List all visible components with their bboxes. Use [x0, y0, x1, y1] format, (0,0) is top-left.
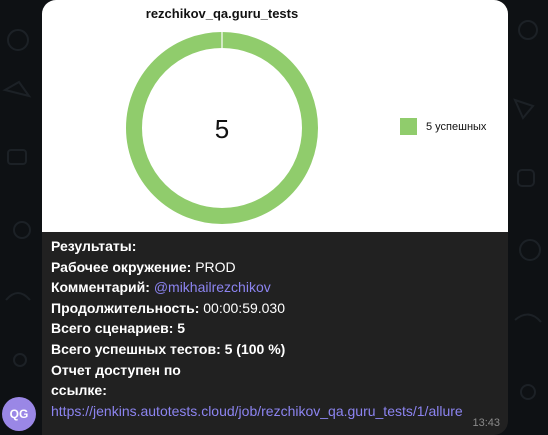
message-text: Результаты: Рабочее окружение: PROD Комм…	[51, 236, 499, 421]
line-environment: Рабочее окружение: PROD	[51, 258, 236, 275]
line-report-available: Отчет доступен по	[51, 361, 181, 378]
avatar[interactable]: QG	[2, 397, 36, 431]
legend-swatch	[400, 118, 417, 135]
line-duration: Продолжительность: 00:00:59.030	[51, 299, 286, 316]
chart-svg: 5	[126, 31, 318, 224]
mention-link[interactable]: @mikhailrezchikov	[150, 279, 271, 295]
line-report-link: ссылке: https://jenkins.autotests.cloud/…	[51, 382, 463, 419]
message-bubble: rezchikov_qa.guru_tests 5 5 успешных Рез…	[42, 0, 508, 435]
line-results: Результаты:	[51, 238, 137, 254]
legend-label: 5 успешных	[426, 120, 487, 133]
line-total-passed: Всего успешных тестов: 5 (100 %)	[51, 340, 286, 357]
message-time: 13:43	[472, 417, 500, 429]
line-total-scenarios: Всего сценариев: 5	[51, 320, 186, 337]
chart-legend: 5 успешных	[400, 118, 486, 135]
chart-image[interactable]: rezchikov_qa.guru_tests 5 5 успешных	[42, 0, 508, 232]
report-link[interactable]: https://jenkins.autotests.cloud/job/rezc…	[51, 403, 463, 419]
line-comment: Комментарий: @mikhailrezchikov	[51, 279, 271, 296]
chart-center-label: 5	[215, 114, 229, 144]
